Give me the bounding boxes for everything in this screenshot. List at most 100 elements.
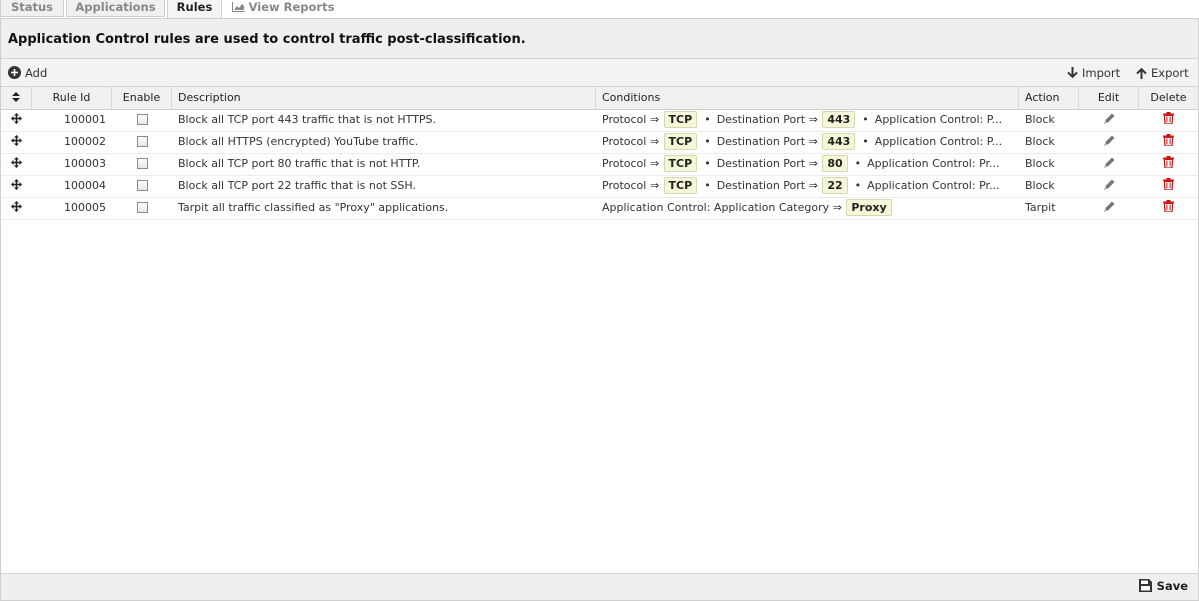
delete-icon[interactable]	[1139, 110, 1198, 131]
condition-key: Application Control: Pr...	[867, 179, 1000, 192]
column-header-action[interactable]: Action	[1019, 87, 1079, 109]
rule-id: 100001	[64, 113, 106, 126]
arrow-down-icon	[1067, 67, 1078, 79]
condition-key: Destination Port ⇒	[716, 113, 818, 126]
tab-view-reports-label: View Reports	[248, 0, 335, 14]
rule-id: 100002	[64, 135, 106, 148]
rule-description: Block all TCP port 22 traffic that is no…	[178, 179, 416, 192]
drag-column-header[interactable]	[1, 87, 32, 109]
grid-header: Rule Id Enable Description Conditions Ac…	[1, 87, 1198, 110]
export-button[interactable]: Export	[1136, 65, 1189, 81]
rules-panel: Application Control rules are used to co…	[0, 18, 1199, 601]
rule-conditions: Protocol ⇒ TCP • Destination Port ⇒ 22 • App…	[596, 176, 1019, 197]
drag-handle-icon[interactable]	[1, 110, 32, 131]
edit-icon[interactable]	[1079, 110, 1139, 131]
separator-dot: •	[704, 179, 711, 192]
table-row[interactable]: 100001 Block all TCP port 443 traffic tha…	[1, 110, 1198, 132]
table-row[interactable]: 100002 Block all HTTPS (encrypted) YouTub…	[1, 132, 1198, 154]
condition-value: 80	[822, 155, 848, 172]
condition-key: Protocol ⇒	[602, 179, 660, 192]
condition-key: Destination Port ⇒	[716, 157, 818, 170]
condition-key: Application Control: P...	[874, 113, 1003, 126]
rule-action: Block	[1025, 113, 1055, 126]
delete-icon[interactable]	[1139, 176, 1198, 197]
rule-description: Block all HTTPS (encrypted) YouTube traf…	[178, 135, 419, 148]
arrow-up-icon	[1136, 67, 1147, 79]
banner-text: Application Control rules are used to co…	[8, 32, 526, 47]
condition-key: Application Control: Application Categor…	[602, 201, 842, 214]
import-button[interactable]: Import	[1067, 65, 1120, 81]
tab-applications[interactable]: Applications	[66, 0, 165, 17]
delete-icon[interactable]	[1139, 132, 1198, 153]
export-label: Export	[1151, 66, 1189, 80]
add-button[interactable]: Add	[8, 65, 47, 81]
tab-rules[interactable]: Rules	[167, 0, 222, 18]
rules-grid: Rule Id Enable Description Conditions Ac…	[1, 87, 1198, 220]
banner: Application Control rules are used to co…	[1, 19, 1198, 59]
delete-icon[interactable]	[1139, 198, 1198, 219]
toolbar: Add Import Export	[1, 59, 1198, 87]
separator-dot: •	[704, 157, 711, 170]
grid-body: 100001 Block all TCP port 443 traffic tha…	[1, 110, 1198, 220]
enable-checkbox[interactable]	[112, 132, 172, 153]
delete-icon[interactable]	[1139, 154, 1198, 175]
drag-handle-icon[interactable]	[1, 154, 32, 175]
table-row[interactable]: 100005 Tarpit all traffic classified as "…	[1, 198, 1198, 220]
separator-dot: •	[854, 179, 862, 192]
condition-value: TCP	[663, 155, 698, 172]
footer-bar: Save	[1, 573, 1198, 600]
tab-bar: Status Applications Rules View Reports	[0, 0, 1199, 18]
edit-icon[interactable]	[1079, 154, 1139, 175]
condition-value: TCP	[663, 111, 698, 128]
enable-checkbox[interactable]	[112, 198, 172, 219]
table-row[interactable]: 100004 Block all TCP port 22 traffic that…	[1, 176, 1198, 198]
column-header-delete[interactable]: Delete	[1139, 87, 1198, 109]
sort-icon	[12, 92, 20, 102]
column-header-conditions[interactable]: Conditions	[596, 87, 1019, 109]
edit-icon[interactable]	[1079, 132, 1139, 153]
drag-handle-icon[interactable]	[1, 198, 32, 219]
separator-dot: •	[854, 157, 862, 170]
enable-checkbox[interactable]	[112, 176, 172, 197]
drag-handle-icon[interactable]	[1, 176, 32, 197]
condition-key: Protocol ⇒	[602, 113, 660, 126]
drag-handle-icon[interactable]	[1, 132, 32, 153]
table-row[interactable]: 100003 Block all TCP port 80 traffic that…	[1, 154, 1198, 176]
rule-id: 100005	[64, 201, 106, 214]
condition-key: Application Control: Pr...	[867, 157, 1000, 170]
rule-conditions: Application Control: Application Categor…	[596, 198, 1019, 219]
rule-action: Block	[1025, 135, 1055, 148]
column-header-edit[interactable]: Edit	[1079, 87, 1139, 109]
column-header-rule-id[interactable]: Rule Id	[32, 87, 112, 109]
rule-action: Tarpit	[1025, 201, 1056, 214]
condition-key: Destination Port ⇒	[716, 179, 818, 192]
rule-conditions: Protocol ⇒ TCP • Destination Port ⇒ 80 • App…	[596, 154, 1019, 175]
rule-conditions: Protocol ⇒ TCP • Destination Port ⇒ 443 • Ap…	[596, 110, 1019, 131]
separator-dot: •	[704, 135, 711, 148]
import-label: Import	[1082, 66, 1121, 80]
enable-checkbox[interactable]	[112, 154, 172, 175]
edit-icon[interactable]	[1079, 176, 1139, 197]
rule-id: 100003	[64, 157, 106, 170]
enable-checkbox[interactable]	[112, 110, 172, 131]
column-header-enable[interactable]: Enable	[112, 87, 172, 109]
separator-dot: •	[862, 135, 869, 148]
condition-value: 443	[822, 111, 856, 128]
column-header-description[interactable]: Description	[172, 87, 596, 109]
rule-action: Block	[1025, 179, 1055, 192]
tab-status[interactable]: Status	[0, 0, 64, 17]
condition-value: 443	[822, 133, 856, 150]
separator-dot: •	[704, 113, 711, 126]
condition-key: Protocol ⇒	[602, 135, 660, 148]
tab-view-reports[interactable]: View Reports	[224, 0, 342, 17]
condition-value: Proxy	[846, 199, 892, 216]
rule-description: Tarpit all traffic classified as "Proxy"…	[178, 201, 449, 214]
rule-conditions: Protocol ⇒ TCP • Destination Port ⇒ 443 • Ap…	[596, 132, 1019, 153]
condition-value: TCP	[663, 133, 698, 150]
edit-icon[interactable]	[1079, 198, 1139, 219]
condition-key: Destination Port ⇒	[716, 135, 818, 148]
condition-key: Protocol ⇒	[602, 157, 660, 170]
rule-description: Block all TCP port 80 traffic that is no…	[178, 157, 421, 170]
save-button[interactable]: Save	[1138, 579, 1188, 593]
plus-circle-icon	[8, 66, 21, 79]
